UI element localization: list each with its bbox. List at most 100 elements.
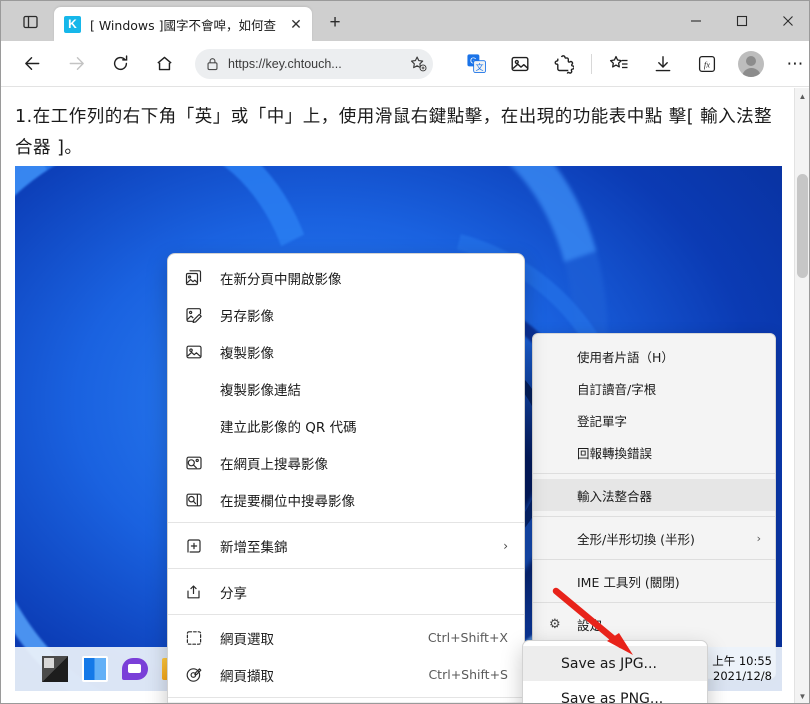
- search-sidebar-icon: [185, 491, 203, 509]
- home-button[interactable]: [147, 47, 181, 81]
- lock-icon: [206, 57, 219, 71]
- chat-icon[interactable]: [122, 658, 148, 680]
- taskbar-clock[interactable]: 上午 10:55 2021/12/8: [712, 654, 772, 683]
- context-item-label: 複製影像連結: [220, 379, 301, 399]
- ime-menu-item-selected[interactable]: 輸入法整合器: [533, 479, 775, 511]
- address-bar[interactable]: https://key.chtouch...: [195, 49, 433, 79]
- forward-button[interactable]: [59, 47, 93, 81]
- submenu-item-label: Save as JPG...: [561, 656, 657, 672]
- context-menu-item-save-image[interactable]: 另存影像: [168, 296, 524, 333]
- browser-tab-active[interactable]: K [ Windows ]國字不會唕，如何查 ✕: [54, 7, 312, 41]
- taskbar-icon-group: [42, 656, 182, 682]
- context-item-label: 在網頁上搜尋影像: [220, 453, 328, 473]
- ime-menu-item[interactable]: 自訂讀音/字根: [533, 372, 775, 404]
- context-menu-item-copy-image-link[interactable]: 複製影像連結: [168, 370, 524, 407]
- scrollbar-thumb[interactable]: [797, 174, 808, 278]
- context-menu-item-web-capture[interactable]: 網頁擷取 Ctrl+Shift+S: [168, 656, 524, 693]
- browser-context-menu: 在新分頁中開啟影像 另存影像: [167, 253, 525, 704]
- ime-menu-separator: [533, 602, 775, 603]
- submenu-item-save-as-png[interactable]: Save as PNG...: [523, 681, 707, 704]
- context-menu-item-web-select[interactable]: 網頁選取 Ctrl+Shift+X: [168, 619, 524, 656]
- open-image-new-tab-icon: [185, 269, 203, 287]
- context-menu-item-search-sidebar-for-image[interactable]: 在提要欄位中搜尋影像: [168, 481, 524, 518]
- ime-menu-item[interactable]: 使用者片語（H）: [533, 340, 775, 372]
- tab-title: [ Windows ]國字不會唕，如何查: [90, 15, 286, 34]
- toolbar-divider: [591, 54, 592, 74]
- context-item-label: 另存影像: [220, 305, 274, 325]
- context-item-label: 分享: [220, 582, 247, 602]
- window-controls: [673, 1, 810, 41]
- back-button[interactable]: [15, 47, 49, 81]
- context-item-label: 網頁擷取: [220, 665, 274, 685]
- browser-toolbar: https://key.chtouch... G 文: [1, 41, 810, 87]
- ime-item-label: IME 工具列 (關閉): [577, 572, 680, 591]
- extensions-icon[interactable]: [547, 47, 581, 81]
- clock-date: 2021/12/8: [712, 669, 772, 684]
- close-button[interactable]: [765, 1, 810, 41]
- context-item-label: 建立此影像的 QR 代碼: [220, 416, 357, 436]
- context-item-label: 複製影像: [220, 342, 274, 362]
- context-menu-item-add-to-collections[interactable]: 新增至集錦 ›: [168, 527, 524, 564]
- ime-menu-separator: [533, 559, 775, 560]
- ime-item-label: 輸入法整合器: [577, 486, 652, 505]
- image-icon[interactable]: [503, 47, 537, 81]
- ime-menu-item[interactable]: 登記單字: [533, 404, 775, 436]
- favorite-icon[interactable]: [409, 55, 427, 73]
- refresh-button[interactable]: [103, 47, 137, 81]
- ime-item-label: 使用者片語（H）: [577, 347, 674, 366]
- ime-menu-item-settings[interactable]: ⚙ 設定: [533, 608, 775, 640]
- context-item-label: 新增至集錦: [220, 536, 288, 556]
- tab-actions-icon[interactable]: [17, 11, 43, 33]
- tab-close-icon[interactable]: ✕: [286, 14, 306, 34]
- tab-favicon: K: [64, 16, 81, 33]
- ime-item-label: 全形/半形切換 (半形): [577, 529, 695, 548]
- ime-item-label: 回報轉換錯誤: [577, 443, 652, 462]
- context-menu-item-search-web-for-image[interactable]: 在網頁上搜尋影像: [168, 444, 524, 481]
- clock-time: 上午 10:55: [712, 654, 772, 669]
- chevron-right-icon: ›: [503, 539, 508, 553]
- toolbar-right-actions: G 文: [445, 47, 810, 81]
- ime-menu-item[interactable]: 全形/半形切換 (半形) ›: [533, 522, 775, 554]
- ime-item-label: 自訂讀音/字根: [577, 379, 656, 398]
- context-menu-item-open-image-new-tab[interactable]: 在新分頁中開啟影像: [168, 259, 524, 296]
- copy-image-icon: [185, 343, 203, 361]
- scroll-down-arrow-icon[interactable]: ▼: [795, 688, 810, 704]
- ime-item-label: 設定: [577, 615, 602, 634]
- maximize-button[interactable]: [719, 1, 765, 41]
- title-bar: K [ Windows ]國字不會唕，如何查 ✕ +: [1, 1, 810, 41]
- widgets-icon[interactable]: [82, 656, 108, 682]
- collections-icon: [185, 537, 203, 555]
- context-menu-separator: [168, 568, 524, 569]
- avatar: [738, 51, 764, 77]
- submenu-item-save-as-jpg[interactable]: Save as JPG...: [523, 646, 707, 681]
- save-image-icon: [185, 306, 203, 324]
- context-menu-item-copy-image[interactable]: 複製影像: [168, 333, 524, 370]
- context-menu-item-create-qr-code[interactable]: 建立此影像的 QR 代碼: [168, 407, 524, 444]
- settings-and-more-icon[interactable]: ⋯: [778, 47, 810, 81]
- context-menu-item-share[interactable]: 分享: [168, 573, 524, 610]
- context-item-label: 在提要欄位中搜尋影像: [220, 490, 355, 510]
- ime-menu-separator: [533, 473, 775, 474]
- downloads-icon[interactable]: [646, 47, 680, 81]
- page-scrollbar[interactable]: ▲ ▼: [794, 88, 809, 704]
- translate-icon[interactable]: G 文: [459, 47, 493, 81]
- save-image-as-type-submenu: Save as JPG... Save as PNG... Save as We…: [522, 640, 708, 704]
- ime-menu-item[interactable]: IME 工具列 (關閉): [533, 565, 775, 597]
- start-icon[interactable]: [42, 656, 68, 682]
- minimize-button[interactable]: [673, 1, 719, 41]
- math-solver-icon[interactable]: fx: [690, 47, 724, 81]
- article-paragraph: 1.在工作列的右下角「英」或「中」上，使用滑鼠右鍵點擊，在出現的功能表中點 擊[…: [15, 102, 775, 164]
- submenu-item-label: Save as PNG...: [561, 691, 663, 704]
- browser-window: K [ Windows ]國字不會唕，如何查 ✕ +: [0, 0, 810, 704]
- ime-menu-item[interactable]: 回報轉換錯誤: [533, 436, 775, 468]
- context-item-shortcut: Ctrl+Shift+X: [428, 630, 508, 645]
- collections-icon[interactable]: [602, 47, 636, 81]
- context-menu-separator: [168, 614, 524, 615]
- search-web-image-icon: [185, 454, 203, 472]
- ime-context-menu: 使用者片語（H） 自訂讀音/字根 登記單字 回報轉換錯誤 輸入法整合器 全形/半…: [532, 333, 776, 679]
- new-tab-button[interactable]: +: [321, 10, 349, 36]
- context-item-shortcut: Ctrl+Shift+S: [428, 667, 508, 682]
- profile-avatar[interactable]: [734, 47, 768, 81]
- scroll-up-arrow-icon[interactable]: ▲: [795, 88, 810, 104]
- web-capture-icon: [185, 666, 203, 684]
